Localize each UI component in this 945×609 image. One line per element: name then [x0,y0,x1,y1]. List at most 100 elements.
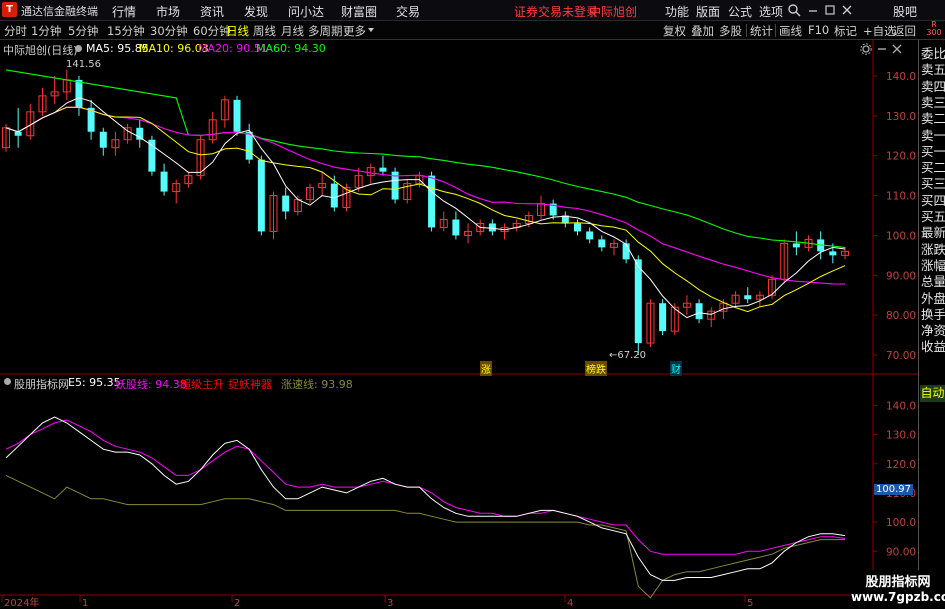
menu-trade[interactable]: 交易 [396,3,420,20]
menu-layout[interactable]: 版面 [696,3,720,20]
btn-draw[interactable]: 画线 [779,23,802,39]
candle-body [622,243,630,260]
toolbar-divider [746,24,747,37]
sidebar-item[interactable]: 买五 [921,209,945,224]
period-daily[interactable]: 日线 [226,23,249,39]
low-annotation: ←67.20 [609,350,647,361]
btn-overlay[interactable]: 叠加 [691,23,714,39]
e5-line [5,416,846,581]
high-annotation: 141.56 [66,59,101,70]
sidebar-item[interactable]: 收益 [921,339,945,354]
chevron-down-icon[interactable] [368,28,374,32]
menu-function[interactable]: 功能 [665,3,689,20]
period-30min[interactable]: 30分钟 [150,23,188,39]
candle-body [598,239,606,248]
btn-adjust[interactable]: 复权 [663,23,686,39]
period-toolbar: 分时 1分钟 5分钟 15分钟 30分钟 60分钟 日线 周线 月线 多周期 更… [0,21,945,40]
axis-label: 110.0 [886,191,916,203]
btn-stats[interactable]: 统计 [750,23,773,39]
period-60min[interactable]: 60分钟 [193,23,231,39]
maximize-icon[interactable] [823,3,837,17]
sidebar-item[interactable]: 买三 [921,176,945,191]
period-intraday[interactable]: 分时 [4,23,27,39]
candle-body [634,259,642,344]
sidebar-item[interactable]: 卖一 [921,128,945,143]
axis-label: 80.00 [886,310,916,322]
candle-body [573,223,581,232]
minimize-icon[interactable] [806,3,820,17]
period-1min[interactable]: 1分钟 [31,23,61,39]
axis-label: 100.0 [886,230,916,242]
axis-label: 90.00 [886,270,916,282]
close-icon[interactable] [840,3,854,17]
axis-label: 70.00 [886,350,916,362]
sidebar-item[interactable]: 涨幅 [921,258,945,273]
period-weekly[interactable]: 周线 [253,23,276,39]
candle-body [330,183,338,208]
sidebar-item[interactable]: 外盘 [921,291,945,306]
candle-body [233,99,241,132]
menu-formula[interactable]: 公式 [728,3,752,20]
login-status[interactable]: 证券交易未登录 [514,3,598,20]
auto-button[interactable]: 自动 [920,385,945,402]
event-tag[interactable]: 财 [670,361,682,376]
sidebar-item[interactable]: 买一 [921,144,945,159]
status-stock[interactable]: 中际旭创 [589,3,637,20]
menu-options[interactable]: 选项 [759,3,783,20]
period-15min[interactable]: 15分钟 [107,23,145,39]
search-icon[interactable] [787,3,801,17]
axis-label: 90.00 [886,546,916,558]
event-tag[interactable]: 涨 [480,361,492,376]
axis-label: 100.0 [886,517,916,529]
candle-body [829,251,837,256]
menu-xiaoda[interactable]: 问小达 [288,3,324,20]
sidebar-item[interactable]: 卖五 [921,62,945,77]
ma5-line [5,96,846,319]
watermark: 股朋指标网 www.7gpzb.com [851,570,945,609]
btn-mark[interactable]: 标记 [834,23,857,39]
sidebar-item[interactable]: 买二 [921,160,945,175]
period-5min[interactable]: 5分钟 [68,23,98,39]
axis-label: 140.0 [886,400,916,412]
candle-body [136,127,144,140]
sidebar-item[interactable]: 总量 [921,274,945,289]
btn-add-watchlist[interactable]: +自选 [863,23,896,39]
menu-quote[interactable]: 行情 [112,3,136,20]
event-tag[interactable]: 榜跌 [585,361,607,376]
candle-body [75,79,83,108]
sidebar-item[interactable]: 换手 [921,307,945,322]
xaxis-label: 3 [387,598,393,609]
axis-label: 130.0 [886,430,916,442]
sidebar-item[interactable]: 净资 [921,323,945,338]
menu-news[interactable]: 资讯 [200,3,224,20]
menu-discover[interactable]: 发现 [244,3,268,20]
kline-chart[interactable]: 140.0 130.0 120.0 110.0 100.0 90.00 80.00 70.00… [0,40,918,609]
sidebar-item[interactable]: 买四 [921,193,945,208]
candle-body [488,223,496,232]
sidebar-item[interactable]: 委比 [921,46,945,61]
stock-bbs[interactable]: 股吧 [893,3,917,20]
btn-f10[interactable]: F10 [808,23,829,37]
axis-label: 140.0 [886,71,916,83]
period-multi[interactable]: 多周期 [308,23,343,39]
sidebar-item[interactable]: 最新 [921,225,945,240]
candle-body [245,131,253,160]
candle-body [586,231,594,240]
period-more[interactable]: 更多 [343,23,366,39]
candle-body [148,139,156,172]
yaogu-line [5,419,846,555]
candle-body [792,243,800,248]
sidebar-item[interactable]: 卖三 [921,95,945,110]
sidebar-item[interactable]: 卖四 [921,79,945,94]
xaxis-label: 5 [747,598,753,609]
period-monthly[interactable]: 月线 [281,23,304,39]
menu-wealth[interactable]: 财富圈 [341,3,377,20]
sidebar-header: R 300 [926,20,942,37]
axis-label: 130.0 [886,111,916,123]
sidebar-item[interactable]: 卖二 [921,111,945,126]
menu-market[interactable]: 市场 [156,3,180,20]
candle-body [452,219,460,236]
btn-multistock[interactable]: 多股 [719,23,742,39]
sidebar-item[interactable]: 涨跌 [921,242,945,257]
btn-back[interactable]: 返回 [893,23,916,39]
